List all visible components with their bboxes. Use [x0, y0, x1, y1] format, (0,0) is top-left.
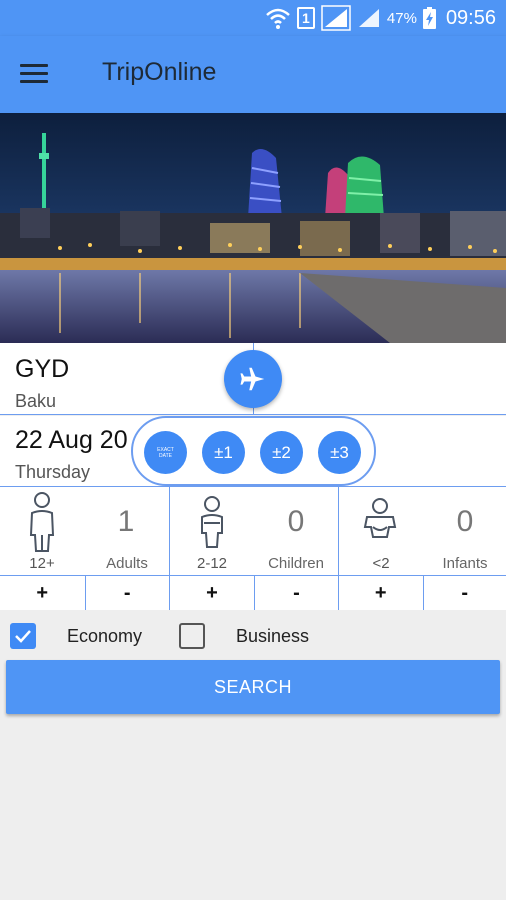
infant-icon	[359, 497, 401, 548]
business-label[interactable]: Business	[236, 626, 309, 647]
status-bar: 1 47% 09:56	[0, 0, 506, 36]
depart-date: 22 Aug 20	[15, 426, 128, 454]
airplane-swap-button[interactable]	[224, 350, 282, 408]
origin-city: Baku	[15, 391, 57, 411]
adults-range: 12+	[29, 555, 55, 572]
adults-count: 1	[117, 505, 135, 538]
passengers-panel: 1 12+ Adults + - 0 2-12 Children + - 0 <…	[0, 487, 506, 610]
hero-image	[0, 113, 506, 343]
infants-column: 0 <2 Infants + -	[338, 487, 506, 610]
child-person-icon	[192, 495, 232, 556]
adults-stepper: + -	[0, 575, 169, 610]
plus-minus-2-button[interactable]: ±2	[260, 431, 303, 474]
children-range: 2-12	[196, 555, 228, 572]
plus-minus-1-button[interactable]: ±1	[202, 431, 245, 474]
sim-icon: 1	[296, 7, 315, 29]
search-button[interactable]: SEARCH	[6, 660, 500, 714]
children-plus-button[interactable]: +	[170, 576, 254, 610]
business-checkbox[interactable]	[179, 623, 205, 649]
infants-range: <2	[372, 555, 390, 572]
adult-person-icon	[18, 491, 66, 560]
wifi-icon	[265, 7, 291, 29]
infants-minus-button[interactable]: -	[422, 576, 506, 610]
infants-plus-button[interactable]: +	[339, 576, 423, 610]
exact-date-button[interactable]: EXACT DATE	[144, 431, 187, 474]
adults-label: Adults	[106, 555, 148, 572]
adults-minus-button[interactable]: -	[84, 576, 170, 610]
battery-charging-icon	[422, 7, 436, 29]
destination-selector[interactable]	[254, 343, 506, 415]
children-count: 0	[287, 505, 305, 538]
plus-minus-3-button[interactable]: ±3	[318, 431, 361, 474]
adults-column: 1 12+ Adults + -	[0, 487, 169, 610]
infants-stepper: + -	[339, 575, 506, 610]
adults-plus-button[interactable]: +	[0, 576, 85, 610]
cabin-class-row: Economy Business	[0, 615, 506, 657]
children-label: Children	[268, 555, 324, 572]
economy-label[interactable]: Economy	[67, 626, 142, 647]
origin-code: GYD	[15, 355, 70, 383]
depart-day: Thursday	[15, 462, 91, 482]
exact-date-label-2: DATE	[159, 452, 172, 459]
checkmark-icon	[15, 630, 31, 643]
origin-selector[interactable]: GYD Baku	[0, 343, 253, 415]
hamburger-menu-icon[interactable]	[20, 64, 48, 86]
infants-label: Infants	[442, 555, 488, 572]
flexible-dates-selector: EXACT DATE ±1 ±2 ±3	[131, 416, 376, 486]
clock: 09:56	[445, 6, 496, 29]
battery-percent: 47%	[386, 9, 417, 27]
exact-date-label-1: EXACT	[157, 446, 174, 453]
airplane-icon	[240, 367, 265, 391]
signal-icon	[321, 5, 351, 31]
infants-count: 0	[456, 505, 474, 538]
app-title: TripOnline	[102, 58, 217, 86]
signal-icon	[357, 7, 381, 29]
children-column: 0 2-12 Children + -	[169, 487, 338, 610]
children-minus-button[interactable]: -	[254, 576, 338, 610]
app-bar: TripOnline	[0, 36, 506, 113]
children-stepper: + -	[170, 575, 338, 610]
economy-checkbox[interactable]	[10, 623, 36, 649]
